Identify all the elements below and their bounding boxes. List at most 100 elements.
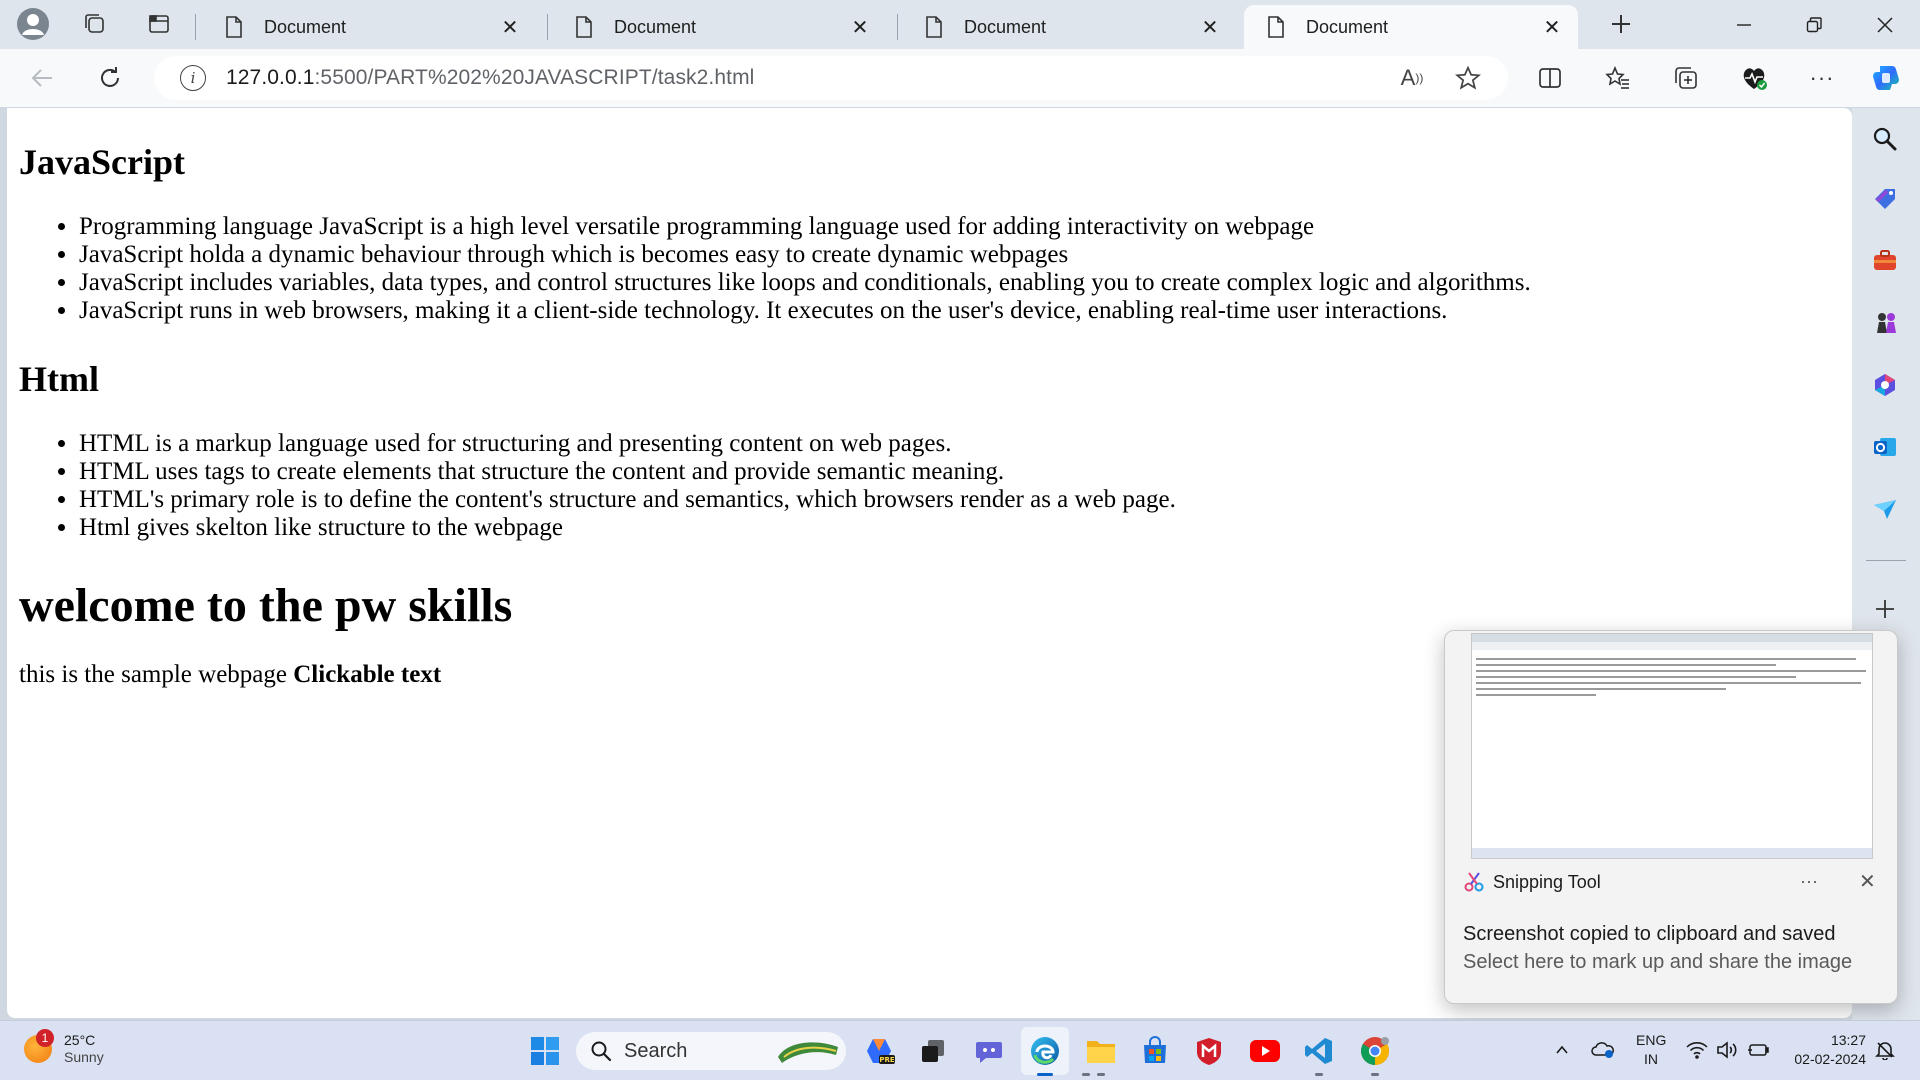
running-indicator <box>1082 1073 1090 1076</box>
add-sidebar-app-icon[interactable] <box>1866 590 1904 628</box>
tools-briefcase-icon[interactable] <box>1866 242 1904 280</box>
file-explorer-icon[interactable] <box>1082 1032 1120 1070</box>
favorites-icon[interactable] <box>1598 58 1638 98</box>
list-item: HTML uses tags to create elements that s… <box>79 458 1176 486</box>
thumbnail-text-line <box>1476 682 1861 684</box>
tab-label: Document <box>964 16 1047 37</box>
url-text[interactable]: 127.0.0.1:5500/PART%202%20JAVASCRIPT/tas… <box>226 66 754 90</box>
notification-bell-icon[interactable] <box>1872 1033 1898 1067</box>
taskbar-search-box[interactable]: Search <box>576 1032 846 1070</box>
volume-icon[interactable] <box>1714 1033 1740 1067</box>
microsoft-store-icon[interactable] <box>1136 1032 1174 1070</box>
games-chess-icon[interactable] <box>1866 304 1904 342</box>
refresh-button[interactable] <box>90 58 130 98</box>
close-window-button[interactable] <box>1850 0 1920 49</box>
profile-icon[interactable] <box>14 6 52 42</box>
tab-bar: Document ✕ Document ✕ Document ✕ Documen… <box>0 0 1920 49</box>
screenshot-thumbnail[interactable] <box>1471 633 1873 859</box>
search-icon[interactable] <box>1866 120 1904 158</box>
document-icon <box>226 16 242 38</box>
close-tab-icon[interactable]: ✕ <box>498 15 522 39</box>
weather-condition: Sunny <box>64 1049 104 1065</box>
sidebar-divider <box>1866 560 1906 561</box>
outlook-icon[interactable] <box>1866 428 1904 466</box>
restore-button[interactable] <box>1779 0 1849 49</box>
running-indicator <box>1097 1073 1105 1076</box>
microsoft-365-icon[interactable] <box>1866 366 1904 404</box>
chrome-icon[interactable] <box>1356 1032 1394 1070</box>
tab-label: Document <box>614 16 697 37</box>
url-path: :5500/PART%202%20JAVASCRIPT/task2.html <box>314 66 755 89</box>
document-icon <box>1268 16 1284 38</box>
read-aloud-icon[interactable]: A)) <box>1396 62 1428 94</box>
tab-document-2[interactable]: Document ✕ <box>552 5 886 49</box>
toast-subtext: Select here to mark up and share the ima… <box>1463 951 1853 973</box>
close-tab-icon[interactable]: ✕ <box>1198 15 1222 39</box>
close-tab-icon[interactable]: ✕ <box>848 15 872 39</box>
running-indicator <box>1371 1073 1379 1076</box>
toast-more-options[interactable]: ··· <box>1800 871 1818 892</box>
running-indicator <box>1315 1073 1323 1076</box>
back-button[interactable] <box>22 58 62 98</box>
thumbnail-taskbar <box>1472 848 1872 858</box>
weather-widget[interactable]: 1 25°C Sunny <box>24 1029 104 1066</box>
site-info-icon[interactable]: i <box>180 65 206 91</box>
minimize-button[interactable] <box>1709 0 1779 49</box>
toast-close-button[interactable]: ✕ <box>1859 869 1876 894</box>
html-list: HTML is a markup language used for struc… <box>19 430 1176 542</box>
document-icon <box>926 16 942 38</box>
start-windows-icon[interactable] <box>526 1032 564 1070</box>
tab-document-4-active[interactable]: Document ✕ <box>1244 5 1578 49</box>
javascript-list: Programming language JavaScript is a hig… <box>19 213 1531 325</box>
url-host: 127.0.0.1 <box>226 66 315 89</box>
clickable-text[interactable]: Clickable text <box>293 661 441 688</box>
new-tab-icon[interactable] <box>1602 6 1640 42</box>
list-item: Programming language JavaScript is a hig… <box>79 213 1531 241</box>
copilot-icon[interactable] <box>1866 58 1906 98</box>
task-view-icon[interactable] <box>914 1032 952 1070</box>
show-hidden-icons-chevron[interactable] <box>1550 1033 1574 1067</box>
system-clock[interactable]: 13:27 02-02-2024 <box>1786 1031 1866 1069</box>
document-icon <box>576 16 592 38</box>
thumbnail-text-line <box>1476 658 1856 660</box>
thumbnail-text-line <box>1476 676 1796 678</box>
favorite-star-icon[interactable] <box>1452 62 1484 94</box>
notification-badge: 1 <box>36 1029 54 1047</box>
snipping-tool-notification[interactable]: Snipping Tool ··· ✕ Screenshot copied to… <box>1444 630 1898 1004</box>
battery-icon[interactable] <box>1744 1033 1772 1067</box>
language-indicator[interactable]: ENG IN <box>1636 1031 1666 1069</box>
javascript-heading: JavaScript <box>19 142 185 182</box>
close-tab-icon[interactable]: ✕ <box>1540 15 1564 39</box>
tab-document-1[interactable]: Document ✕ <box>202 5 536 49</box>
thumbnail-text-line <box>1476 688 1726 690</box>
youtube-icon[interactable] <box>1246 1032 1284 1070</box>
tab-actions-icon[interactable] <box>140 6 178 42</box>
region-code: IN <box>1644 1051 1658 1067</box>
split-screen-icon[interactable] <box>1530 58 1570 98</box>
sun-icon: 1 <box>24 1029 54 1063</box>
edge-browser-icon[interactable] <box>1026 1032 1064 1070</box>
teams-chat-icon[interactable] <box>970 1032 1008 1070</box>
list-item: JavaScript holda a dynamic behaviour thr… <box>79 241 1531 269</box>
wifi-icon[interactable] <box>1684 1033 1710 1067</box>
shopping-tag-icon[interactable] <box>1866 180 1904 218</box>
send-paper-plane-icon[interactable] <box>1866 490 1904 528</box>
tab-document-3[interactable]: Document ✕ <box>902 5 1236 49</box>
clock-date: 02-02-2024 <box>1794 1051 1866 1067</box>
more-options-icon[interactable]: ··· <box>1802 58 1842 98</box>
workspaces-icon[interactable] <box>76 6 114 42</box>
onedrive-sync-icon[interactable] <box>1588 1033 1618 1067</box>
thumbnail-tabbar <box>1472 634 1872 642</box>
windows-taskbar: 1 25°C Sunny Search PRE ENG IN 13:27 02-… <box>0 1020 1920 1080</box>
welcome-heading: welcome to the pw skills <box>19 579 513 632</box>
collections-icon[interactable] <box>1666 58 1706 98</box>
search-highlight-icon <box>778 1042 838 1063</box>
tab-separator <box>547 14 548 40</box>
list-item: HTML is a markup language used for struc… <box>79 430 1176 458</box>
browser-essentials-icon[interactable] <box>1734 58 1774 98</box>
weather-temperature: 25°C <box>64 1032 96 1048</box>
address-bar[interactable]: i 127.0.0.1:5500/PART%202%20JAVASCRIPT/t… <box>154 56 1508 100</box>
mcafee-icon[interactable] <box>1190 1032 1228 1070</box>
copilot-preview-icon[interactable]: PRE <box>862 1032 900 1070</box>
vscode-icon[interactable] <box>1300 1032 1338 1070</box>
